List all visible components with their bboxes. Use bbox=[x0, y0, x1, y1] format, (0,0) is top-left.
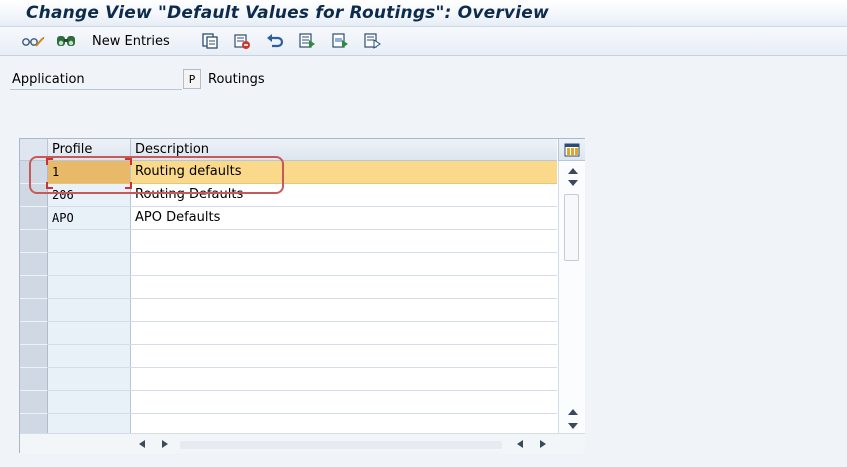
table-row[interactable] bbox=[48, 345, 557, 368]
profile-cell[interactable] bbox=[48, 299, 131, 321]
description-cell[interactable]: Routing defaults bbox=[131, 161, 557, 183]
description-cell[interactable] bbox=[131, 253, 557, 275]
row-selector[interactable] bbox=[20, 161, 48, 184]
table-row[interactable] bbox=[48, 391, 557, 414]
profile-cell[interactable] bbox=[48, 322, 131, 344]
select-all-icon[interactable] bbox=[297, 31, 317, 51]
scroll-down-arrow-icon[interactable] bbox=[566, 176, 580, 190]
profile-cell[interactable]: APO bbox=[48, 207, 131, 229]
row-selector[interactable] bbox=[20, 345, 48, 368]
profile-cell[interactable] bbox=[48, 345, 131, 367]
new-entries-button[interactable]: New Entries bbox=[92, 31, 186, 51]
row-selector[interactable] bbox=[20, 230, 48, 253]
description-cell[interactable] bbox=[131, 368, 557, 390]
row-selector[interactable] bbox=[20, 322, 48, 345]
profile-cell[interactable]: 206 bbox=[48, 184, 131, 206]
description-cell[interactable]: APO Defaults bbox=[131, 207, 557, 229]
description-cell[interactable] bbox=[131, 276, 557, 298]
table-row[interactable] bbox=[48, 253, 557, 276]
horizontal-scrollbar[interactable] bbox=[20, 433, 585, 453]
table-row[interactable] bbox=[48, 322, 557, 345]
profile-cell[interactable] bbox=[48, 391, 131, 413]
vertical-scrollbar[interactable] bbox=[558, 161, 585, 433]
deselect-all-icon[interactable] bbox=[362, 31, 382, 51]
select-all-corner[interactable] bbox=[20, 139, 48, 161]
profile-cell[interactable] bbox=[48, 368, 131, 390]
scroll-left-arrow-icon[interactable] bbox=[136, 438, 148, 450]
description-cell[interactable] bbox=[131, 230, 557, 252]
scroll-right-arrow-icon[interactable] bbox=[537, 438, 549, 450]
table-row[interactable]: 206 Routing Defaults bbox=[48, 184, 557, 207]
column-header-description[interactable]: Description bbox=[131, 139, 557, 161]
select-block-icon[interactable] bbox=[330, 31, 350, 51]
undo-icon[interactable] bbox=[264, 31, 286, 51]
table-row[interactable]: APO APO Defaults bbox=[48, 207, 557, 230]
delete-icon[interactable] bbox=[232, 31, 252, 51]
scroll-left-arrow-icon[interactable] bbox=[514, 438, 526, 450]
row-selector[interactable] bbox=[20, 276, 48, 299]
horizontal-scroll-track[interactable] bbox=[180, 441, 502, 449]
row-selector[interactable] bbox=[20, 391, 48, 414]
description-cell[interactable]: Routing Defaults bbox=[131, 184, 557, 206]
row-selector[interactable] bbox=[20, 299, 48, 322]
profile-cell[interactable]: 1 bbox=[48, 161, 131, 183]
copy-icon[interactable] bbox=[200, 31, 220, 51]
scroll-down-arrow-icon[interactable] bbox=[566, 419, 580, 433]
scroll-right-arrow-icon[interactable] bbox=[159, 438, 171, 450]
title-bar: Change View "Default Values for Routings… bbox=[0, 0, 847, 27]
page-title: Change View "Default Values for Routings… bbox=[26, 3, 549, 23]
profile-cell[interactable] bbox=[48, 230, 131, 252]
row-selector[interactable] bbox=[20, 207, 48, 230]
row-selector[interactable] bbox=[20, 368, 48, 391]
table-row[interactable] bbox=[48, 230, 557, 253]
table-settings-icon[interactable] bbox=[558, 139, 585, 161]
description-cell[interactable] bbox=[131, 299, 557, 321]
table-row[interactable] bbox=[48, 276, 557, 299]
table-row[interactable] bbox=[48, 368, 557, 391]
description-cell[interactable] bbox=[131, 345, 557, 367]
divider bbox=[10, 89, 182, 90]
profile-cell[interactable] bbox=[48, 253, 131, 275]
column-header-profile[interactable]: Profile bbox=[48, 139, 131, 161]
table-row[interactable] bbox=[48, 299, 557, 322]
profile-cell[interactable] bbox=[48, 276, 131, 298]
application-label: Application bbox=[12, 72, 85, 87]
scroll-thumb[interactable] bbox=[564, 194, 579, 261]
application-toolbar: New Entries bbox=[0, 27, 847, 56]
description-cell[interactable] bbox=[131, 391, 557, 413]
row-selector[interactable] bbox=[20, 184, 48, 207]
application-description: Routings bbox=[208, 72, 265, 87]
glasses-pencil-icon[interactable] bbox=[20, 31, 46, 51]
table-row[interactable]: 1 Routing defaults bbox=[48, 161, 557, 184]
row-selector[interactable] bbox=[20, 253, 48, 276]
application-field[interactable]: P bbox=[183, 69, 201, 89]
description-cell[interactable] bbox=[131, 322, 557, 344]
profile-table: Profile Description 1 Routing defaults 206… bbox=[19, 138, 585, 453]
binoculars-icon[interactable] bbox=[53, 31, 79, 51]
new-entries-label: New Entries bbox=[92, 33, 170, 49]
scroll-up-arrow-icon[interactable] bbox=[566, 405, 580, 419]
